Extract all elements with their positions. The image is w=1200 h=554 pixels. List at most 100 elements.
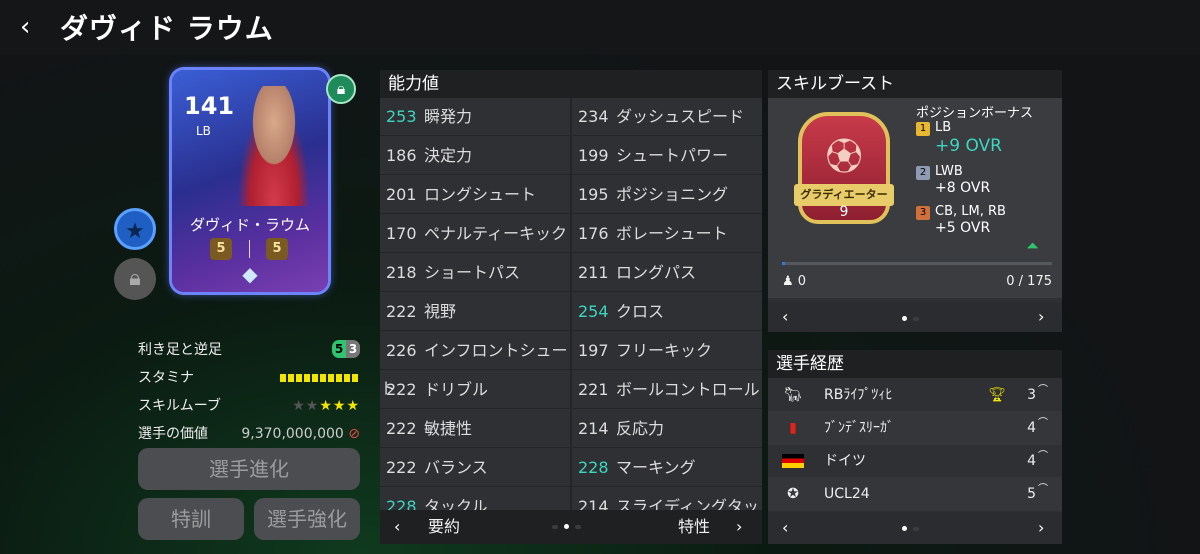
attribute-value: 222	[386, 302, 417, 321]
attribute-value: 199	[578, 146, 609, 165]
attribute-name: ボールコントロール	[616, 380, 760, 399]
attributes-panel: 能力値 253 瞬発力 186 決定力 201 ロングシュート 170 ペナルティーキック 21…	[380, 70, 762, 544]
bonus-row: 3 CB, LM, RB +5 OVR	[916, 204, 1006, 236]
attribute-value: 222	[386, 458, 417, 477]
attribute-row: 218 ショートパス	[380, 254, 570, 292]
attribute-value: 218	[386, 263, 417, 282]
career-name: ﾌﾞﾝﾃﾞｽﾘｰｶﾞ	[824, 420, 894, 436]
bonus-row: 2 LWB +8 OVR	[916, 164, 990, 196]
career-count: 4	[1027, 453, 1036, 469]
lock-icon[interactable]: 🔒︎	[326, 74, 356, 104]
advance-button[interactable]: 選手進化	[138, 448, 360, 490]
chevron-right-icon[interactable]: ›	[1038, 512, 1044, 544]
attribute-name: マーキング	[616, 458, 696, 477]
career-row[interactable]: 🐂︎ RBﾗｲﾌﾟﾂｨﾋ 🏆︎ 3 ⌒	[768, 378, 1062, 412]
training-button[interactable]: 特訓	[138, 498, 244, 540]
attribute-name: 瞬発力	[424, 107, 473, 126]
star-icon: ★	[332, 398, 347, 414]
attribute-row: 211 ロングパス	[572, 254, 762, 292]
card-player-name: ダヴィド・ラウム	[189, 216, 310, 234]
attribute-row: 228 マーキング	[572, 449, 762, 487]
foot-badge: 5 3	[332, 340, 360, 358]
attribute-value: 222	[386, 419, 417, 438]
attribute-row: 186 決定力	[380, 137, 570, 175]
bonus-rank: 1	[916, 122, 930, 136]
top-bar: ‹ ダヴィド ラウム	[0, 0, 1200, 54]
attribute-value: 195	[578, 185, 609, 204]
progress-right: 0 / 175	[1006, 274, 1052, 289]
card-divider	[249, 240, 250, 258]
chevron-right-icon[interactable]: ›	[736, 510, 742, 544]
attribute-value: 211	[578, 263, 609, 282]
attribute-row: 170 ペナルティーキック	[380, 215, 570, 253]
attribute-name: ポジショニング	[616, 185, 729, 204]
attribute-name: ロングシュート	[424, 185, 537, 204]
attribute-value: 234	[578, 107, 609, 126]
star-icon: ★	[292, 398, 306, 414]
attribute-value: 222	[386, 380, 417, 399]
enhance-button[interactable]: 選手強化	[254, 498, 360, 540]
progress-left-value: 0	[797, 274, 807, 289]
chevron-left-icon[interactable]: ‹	[782, 512, 788, 544]
career-row[interactable]: ドイツ 4 ⌒	[768, 444, 1062, 478]
career-footer: ‹ ›	[768, 512, 1062, 544]
attribute-row: 253 瞬発力	[380, 98, 570, 136]
gladiator-emblem[interactable]: ⚽︎ グラディエーター 9	[794, 112, 894, 224]
card-ovr: 141	[184, 92, 235, 120]
attribute-value: 186	[386, 146, 417, 165]
page-dots	[902, 316, 919, 321]
value-label: 選手の価値	[138, 426, 208, 442]
summary-tab[interactable]: 要約	[428, 510, 460, 544]
attribute-name: 反応力	[616, 419, 665, 438]
attribute-row: 201 ロングシュート	[380, 176, 570, 214]
foot-row: 利き足と逆足 5 3	[138, 340, 360, 368]
player-portrait	[232, 86, 316, 206]
attribute-value: 170	[386, 224, 417, 243]
progress-left: ♟ 0	[782, 274, 806, 289]
star-icon[interactable]: ★	[114, 208, 156, 250]
attribute-value: 226	[386, 341, 417, 360]
career-name: RBﾗｲﾌﾟﾂｨﾋ	[824, 387, 893, 403]
person-icon: ♟	[782, 274, 794, 289]
position-bonus-title: ポジションボーナス	[916, 106, 1034, 121]
chevron-left-icon[interactable]: ‹	[20, 12, 38, 42]
germany-flag-icon	[782, 454, 804, 468]
attribute-row: 195 ポジショニング	[572, 176, 762, 214]
attribute-row: 214 反応力	[572, 410, 762, 448]
emblem-label: グラディエーター	[794, 184, 894, 206]
stamina-bar	[280, 374, 358, 382]
bonus-rank: 3	[916, 206, 930, 220]
attribute-row: 199 シュートパワー	[572, 137, 762, 175]
lock-icon[interactable]: 🔒︎	[114, 258, 156, 300]
attribute-row: 197 フリーキック	[572, 332, 762, 370]
diamond-icon: ◆	[242, 262, 258, 286]
bonus-position: CB, LM, RB	[935, 204, 1006, 219]
career-count: 3	[1027, 387, 1036, 403]
skill-stars: ★★★★★	[292, 396, 360, 416]
attribute-row: 254 クロス	[572, 293, 762, 331]
attribute-name: ボレーシュート	[616, 224, 728, 243]
bonus-ovr: +8 OVR	[935, 180, 991, 196]
chevron-right-icon[interactable]: ›	[1038, 302, 1044, 332]
emblem-level: 9	[839, 204, 849, 220]
progress-fill	[782, 262, 785, 265]
attribute-name: フリーキック	[616, 341, 713, 360]
career-panel: 選手経歴 🐂︎ RBﾗｲﾌﾟﾂｨﾋ 🏆︎ 3 ⌒ ▮ ﾌﾞﾝﾃﾞｽﾘｰｶﾞ 4 ⌒ ドイツ 4 ⌒ ✪ U…	[768, 350, 1062, 544]
attribute-name: バランス	[424, 458, 488, 477]
player-card[interactable]: 141 LB ダヴィド・ラウム 5 5 ◆	[172, 70, 328, 292]
card-level-left: 5	[210, 238, 232, 260]
player-value: 9,370,000,000 ⊘	[241, 424, 360, 444]
attribute-value: 254	[578, 302, 609, 321]
career-row[interactable]: ▮ ﾌﾞﾝﾃﾞｽﾘｰｶﾞ 4 ⌒	[768, 411, 1062, 445]
traits-tab[interactable]: 特性	[678, 510, 710, 544]
skill-label: スキルムーブ	[138, 398, 221, 414]
trophy-icon: 🏆︎	[988, 387, 1006, 403]
page-title: ダヴィド ラウム	[60, 12, 274, 45]
chevron-left-icon[interactable]: ‹	[394, 510, 400, 544]
career-row[interactable]: ✪ UCL24 5 ⌒	[768, 477, 1062, 511]
bonus-position: LB	[935, 120, 952, 135]
chevron-left-icon[interactable]: ‹	[782, 302, 788, 332]
skill-boost-panel: スキルブースト ⚽︎ グラディエーター 9 ポジションボーナス 1 LB +9 OV…	[768, 70, 1062, 332]
attribute-name: ロングパス	[616, 263, 697, 282]
stamina-row: スタミナ	[138, 368, 360, 396]
